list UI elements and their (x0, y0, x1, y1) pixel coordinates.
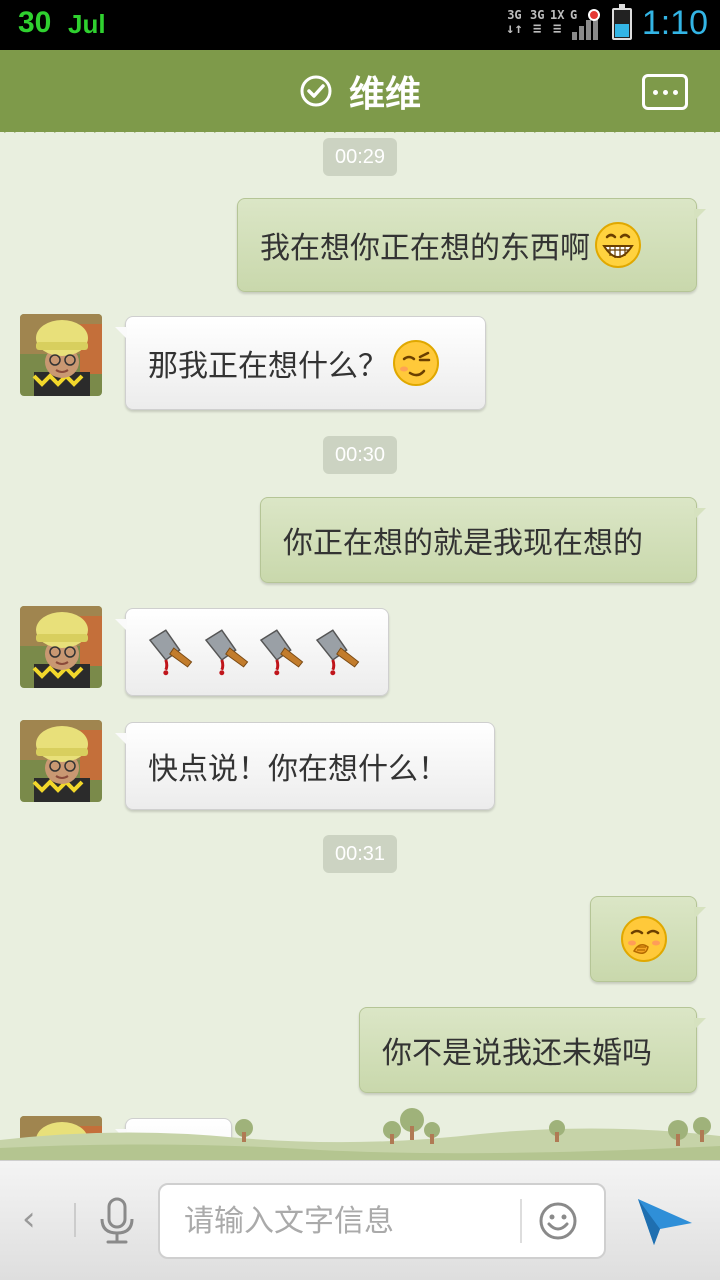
chat-message-list[interactable]: 00:29 我在想你正在想的东西啊 那我正在想什么？ 00:30 你正在想的就是… (0, 132, 720, 1160)
timestamp: 00:31 (323, 835, 397, 873)
message-text: 你不是说我还未婚吗 (382, 1036, 652, 1071)
status-date-day: 30 (18, 6, 52, 39)
sent-message-bubble[interactable] (590, 896, 706, 982)
message-text: 我在想你正在想的东西啊 (260, 231, 590, 266)
wink-emoji (393, 340, 439, 386)
status-bar: 30 Jul 3G ↓↑ 3G ≡ 1X ≡ G 1:10 (0, 0, 720, 50)
network-3g-indicator: 3G ↓↑ (506, 8, 523, 37)
message-text: 你正在想的就是我现在想的 (283, 526, 643, 561)
toolbar-divider (74, 1203, 76, 1237)
sent-message-bubble[interactable]: 你正在想的就是我现在想的 (260, 497, 706, 583)
message-text: 快点说！你在想什么！ (148, 752, 448, 787)
timestamp: 00:29 (323, 138, 397, 176)
cleaver-icon (259, 629, 304, 676)
cleaver-icon (315, 629, 359, 676)
status-time: 1:10 (641, 4, 708, 42)
received-message-bubble[interactable]: 快点说！你在想什么！ (115, 722, 495, 810)
received-message-bubble[interactable] (115, 608, 389, 696)
avatar[interactable] (20, 606, 102, 688)
message-input-bar: ‹ (0, 1160, 720, 1280)
more-options-button[interactable] (642, 74, 688, 110)
shy-laugh-emoji (620, 916, 667, 962)
more-dots-icon (652, 89, 658, 95)
microphone-icon[interactable] (96, 1197, 138, 1245)
battery-icon (612, 4, 632, 40)
cleaver-icon (204, 629, 248, 676)
avatar[interactable] (20, 720, 102, 802)
smiley-icon[interactable] (538, 1201, 578, 1241)
network-1x-indicator: 1X ≡ (550, 8, 565, 37)
received-message-bubble[interactable]: 那我正在想什么？ (115, 316, 486, 410)
chat-header: 维维 (0, 50, 720, 132)
contact-name-title: 维维 (348, 74, 421, 115)
sent-message-bubble[interactable]: 我在想你正在想的东西啊 (237, 198, 706, 292)
input-divider (520, 1199, 522, 1243)
no-sim-icon (588, 9, 600, 21)
cleaver-icon (148, 629, 193, 676)
check-circle-icon (300, 75, 332, 107)
avatar[interactable] (20, 314, 102, 396)
send-arrow-icon[interactable] (636, 1195, 694, 1247)
landscape-decoration (0, 1108, 720, 1160)
chevron-left-icon[interactable]: ‹ (22, 1199, 52, 1239)
status-date-month: Jul (68, 9, 106, 39)
grin-emoji (595, 222, 641, 268)
message-text: 那我正在想什么？ (148, 349, 388, 384)
network-3g-indicator-2: 3G ≡ (530, 8, 545, 37)
timestamp: 00:30 (323, 436, 397, 474)
sent-message-bubble[interactable]: 你不是说我还未婚吗 (359, 1007, 706, 1093)
